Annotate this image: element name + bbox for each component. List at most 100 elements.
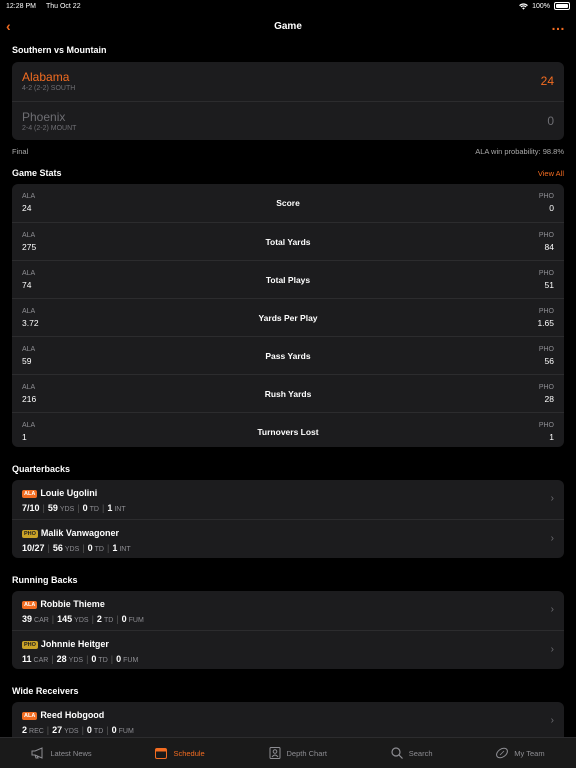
megaphone-icon [31, 747, 43, 759]
stat-row: ALA 1 Turnovers Lost PHO 1 [12, 412, 564, 447]
player-name: Robbie Thieme [40, 599, 105, 609]
home-team-score: 24 [540, 74, 554, 88]
quarterbacks-title: Quarterbacks [12, 464, 71, 474]
stat-label: Pass Yards [265, 351, 311, 361]
stat-unit: YDS [68, 657, 84, 664]
wide-receivers-title: Wide Receivers [12, 686, 79, 696]
team-badge: ALA [22, 490, 38, 498]
stat-value: 1 [112, 543, 118, 553]
right-team-value: 28 [544, 394, 554, 404]
quarterbacks-card: ALA Louie Ugolini 7/10 | 59 YDS | 0 TD | 1 INT › PHO M… [12, 480, 564, 558]
stat-value: 1 [107, 503, 113, 513]
football-icon [496, 747, 509, 759]
stat-separator: | [106, 725, 109, 735]
tab-search[interactable]: Search [390, 747, 433, 759]
stat-row: ALA 275 Total Yards PHO 84 [12, 222, 564, 260]
right-team-value: 1 [549, 432, 554, 442]
matchup-title: Southern vs Mountain [12, 45, 107, 55]
player-name: Reed Hobgood [40, 710, 105, 720]
stat-value: 11 [22, 654, 32, 664]
battery-icon [554, 2, 570, 10]
player-name-line: ALA Louie Ugolini [22, 488, 97, 498]
wifi-icon [519, 2, 528, 10]
stat-unit: REC [29, 728, 44, 735]
right-team-value: 0 [549, 203, 554, 213]
stat-unit: TD [98, 657, 108, 664]
stat-value: 0 [121, 614, 127, 624]
player-name-line: ALA Reed Hobgood [22, 710, 104, 720]
stat-unit: YDS [64, 728, 79, 735]
stat-unit: CAR [34, 617, 49, 624]
tab-my-team[interactable]: My Team [495, 747, 545, 759]
stat-unit: TD [103, 617, 114, 624]
win-probability: ALA win probability: 98.8% [475, 147, 564, 156]
tab-label: Latest News [50, 748, 92, 758]
view-all-link[interactable]: View All [538, 169, 564, 178]
chevron-right-icon: › [550, 604, 554, 615]
tab-latest-news[interactable]: Latest News [31, 747, 92, 759]
player-row[interactable]: ALA Louie Ugolini 7/10 | 59 YDS | 0 TD | 1 INT › [12, 480, 564, 519]
stat-unit: YDS [59, 506, 75, 513]
ellipsis-icon[interactable]: … [551, 17, 566, 33]
stat-value: 56 [52, 543, 63, 553]
away-team-row[interactable]: Phoenix 2-4 (2-2) MOUNT 0 [12, 101, 564, 140]
stat-separator: | [102, 503, 105, 513]
stat-separator: | [86, 654, 89, 664]
chevron-right-icon: › [550, 715, 554, 726]
stat-separator: | [77, 503, 80, 513]
stat-row: ALA 216 Rush Yards PHO 28 [12, 374, 564, 412]
player-row[interactable]: PHO Malik Vanwagoner 10/27 | 56 YDS | 0 TD | 1 INT › [12, 519, 564, 558]
stat-value: 28 [56, 654, 67, 664]
home-team-record: 4-2 (2-2) SOUTH [22, 85, 76, 92]
status-time: 12:28 PM [6, 2, 36, 10]
tab-bar: Latest News Schedule Depth Chart Search … [0, 737, 576, 768]
player-stat-line: 11 CAR | 28 YDS | 0 TD | 0 FUM [22, 654, 138, 664]
team-badge: PHO [22, 530, 38, 538]
player-name-line: ALA Robbie Thieme [22, 599, 105, 609]
player-name: Louie Ugolini [40, 488, 98, 498]
right-team-value: 84 [544, 242, 554, 252]
stat-value: 0 [86, 725, 92, 735]
running-backs-card: ALA Robbie Thieme 39 CAR | 145 YDS | 2 TD | 0 FUM › PH… [12, 591, 564, 669]
tab-depth-chart[interactable]: Depth Chart [268, 747, 327, 759]
status-date: Thu Oct 22 [45, 2, 81, 10]
right-team-abbr: PHO [538, 270, 554, 277]
scroll-content[interactable]: Southern vs Mountain Alabama 4-2 (2-2) S… [0, 40, 576, 738]
stat-unit: FUM [128, 617, 144, 624]
away-team-name: Phoenix [22, 110, 66, 124]
team-badge: PHO [22, 641, 38, 649]
stat-unit: YDS [74, 617, 89, 624]
stat-label: Turnovers Lost [257, 427, 319, 437]
calendar-icon [155, 748, 168, 759]
stat-unit: INT [114, 506, 126, 513]
right-team-abbr: PHO [538, 422, 554, 429]
right-team-abbr: PHO [538, 346, 554, 353]
stat-unit: CAR [33, 657, 49, 664]
tab-label: My Team [514, 748, 545, 758]
team-badge: ALA [22, 712, 38, 720]
home-team-row[interactable]: Alabama 4-2 (2-2) SOUTH 24 [12, 62, 564, 101]
stat-value: 0 [82, 503, 88, 513]
player-name: Malik Vanwagoner [40, 528, 119, 538]
stat-separator: | [51, 654, 54, 664]
player-stat-line: 2 REC | 27 YDS | 0 TD | 0 FUM [22, 725, 134, 735]
stat-label: Total Yards [265, 237, 311, 247]
stat-separator: | [82, 543, 85, 553]
player-row[interactable]: ALA Reed Hobgood 2 REC | 27 YDS | 0 TD | 0 FUM › [12, 702, 564, 738]
player-name-line: PHO Malik Vanwagoner [22, 528, 119, 538]
right-team-abbr: PHO [538, 193, 554, 200]
stat-label: Score [276, 198, 300, 208]
stat-unit: TD [93, 728, 104, 735]
stat-unit: FUM [123, 657, 139, 664]
player-row[interactable]: ALA Robbie Thieme 39 CAR | 145 YDS | 2 TD | 0 FUM › [12, 591, 564, 630]
status-bar: 12:28 PM Thu Oct 22 100% [0, 0, 576, 12]
chevron-left-icon[interactable]: ‹ [6, 18, 11, 34]
search-icon [391, 747, 403, 759]
chevron-right-icon: › [550, 644, 554, 655]
player-row[interactable]: PHO Johnnie Heitger 11 CAR | 28 YDS | 0 TD | 0 FUM › [12, 630, 564, 669]
tab-schedule[interactable]: Schedule [154, 747, 205, 759]
stat-row: ALA 24 Score PHO 0 [12, 184, 564, 222]
running-backs-title: Running Backs [12, 575, 78, 585]
stat-separator: | [116, 614, 119, 624]
stat-value: 7/10 [22, 503, 40, 513]
